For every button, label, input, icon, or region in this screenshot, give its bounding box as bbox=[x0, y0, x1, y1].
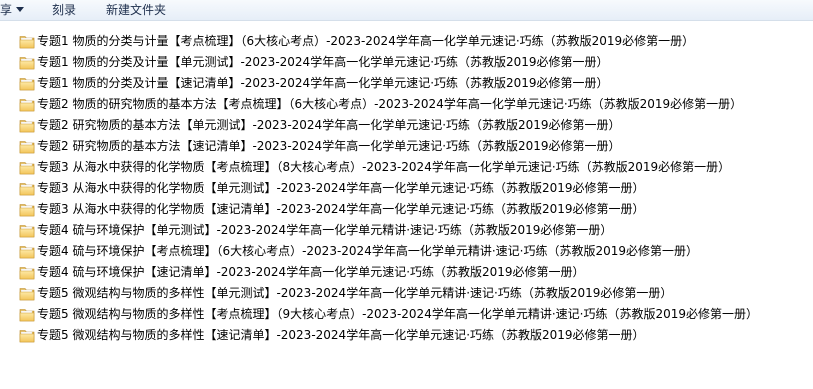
folder-item[interactable]: 专题4 硫与环境保护【单元测试】-2023-2024学年高一化学单元精讲·速记·… bbox=[17, 220, 807, 241]
folder-icon bbox=[19, 57, 35, 70]
folder-item[interactable]: 专题4 硫与环境保护【速记清单】-2023-2024学年高一化学单元速记·巧练（… bbox=[17, 262, 807, 283]
folder-name: 专题3 从海水中获得的化学物质【速记清单】-2023-2024学年高一化学单元速… bbox=[37, 202, 645, 216]
folder-item[interactable]: 专题1 物质的分类及计量【速记清单】-2023-2024学年高一化学单元速记·巧… bbox=[17, 73, 807, 94]
folder-name: 专题2 研究物质的基本方法【速记清单】-2023-2024学年高一化学单元速记·… bbox=[37, 139, 621, 153]
folder-icon bbox=[19, 309, 35, 322]
folder-name: 专题1 物质的分类与计量【考点梳理】（6大核心考点）-2023-2024学年高一… bbox=[37, 34, 695, 48]
folder-item[interactable]: 专题5 微观结构与物质的多样性【速记清单】-2023-2024学年高一化学单元速… bbox=[17, 325, 807, 346]
folder-name: 专题4 硫与环境保护【单元测试】-2023-2024学年高一化学单元精讲·速记·… bbox=[37, 223, 613, 237]
folder-icon bbox=[19, 204, 35, 217]
folder-name: 专题5 微观结构与物质的多样性【单元测试】-2023-2024学年高一化学单元精… bbox=[37, 286, 673, 300]
folder-item[interactable]: 专题1 物质的分类及计量【单元测试】-2023-2024学年高一化学单元速记·巧… bbox=[17, 52, 807, 73]
folder-icon bbox=[19, 36, 35, 49]
folder-name: 专题2 研究物质的基本方法【单元测试】-2023-2024学年高一化学单元速记·… bbox=[37, 118, 621, 132]
folder-name: 专题3 从海水中获得的化学物质【考点梳理】（8大核心考点）-2023-2024学… bbox=[37, 160, 731, 174]
folder-item[interactable]: 专题2 物质的研究物质的基本方法【考点梳理】（6大核心考点）-2023-2024… bbox=[17, 94, 807, 115]
folder-item[interactable]: 专题3 从海水中获得的化学物质【速记清单】-2023-2024学年高一化学单元速… bbox=[17, 199, 807, 220]
folder-icon bbox=[19, 78, 35, 91]
folder-icon bbox=[19, 162, 35, 175]
folder-icon bbox=[19, 225, 35, 238]
folder-icon bbox=[19, 183, 35, 196]
folder-icon bbox=[19, 120, 35, 133]
new-folder-button[interactable]: 新建文件夹 bbox=[106, 2, 166, 18]
folder-name: 专题2 物质的研究物质的基本方法【考点梳理】（6大核心考点）-2023-2024… bbox=[37, 97, 743, 111]
folder-name: 专题4 硫与环境保护【考点梳理】（6大核心考点）-2023-2024学年高一化学… bbox=[37, 244, 698, 258]
folder-name: 专题4 硫与环境保护【速记清单】-2023-2024学年高一化学单元速记·巧练（… bbox=[37, 265, 585, 279]
share-menu-button[interactable]: 享 bbox=[0, 2, 25, 18]
folder-name: 专题5 微观结构与物质的多样性【速记清单】-2023-2024学年高一化学单元速… bbox=[37, 328, 645, 342]
folder-item[interactable]: 专题5 微观结构与物质的多样性【单元测试】-2023-2024学年高一化学单元精… bbox=[17, 283, 807, 304]
folder-icon bbox=[19, 141, 35, 154]
folder-icon bbox=[19, 267, 35, 280]
folder-item[interactable]: 专题3 从海水中获得的化学物质【考点梳理】（8大核心考点）-2023-2024学… bbox=[17, 157, 807, 178]
folder-item[interactable]: 专题2 研究物质的基本方法【单元测试】-2023-2024学年高一化学单元速记·… bbox=[17, 115, 807, 136]
folder-item[interactable]: 专题1 物质的分类与计量【考点梳理】（6大核心考点）-2023-2024学年高一… bbox=[17, 31, 807, 52]
folder-icon bbox=[19, 288, 35, 301]
folder-name: 专题5 微观结构与物质的多样性【考点梳理】（9大核心考点）-2023-2024学… bbox=[37, 307, 758, 321]
folder-item[interactable]: 专题3 从海水中获得的化学物质【单元测试】-2023-2024学年高一化学单元速… bbox=[17, 178, 807, 199]
share-label: 享 bbox=[0, 3, 13, 17]
chevron-down-icon bbox=[16, 7, 25, 12]
folder-name: 专题1 物质的分类及计量【速记清单】-2023-2024学年高一化学单元速记·巧… bbox=[37, 76, 609, 90]
folder-item[interactable]: 专题4 硫与环境保护【考点梳理】（6大核心考点）-2023-2024学年高一化学… bbox=[17, 241, 807, 262]
burn-button[interactable]: 刻录 bbox=[52, 2, 76, 18]
folder-icon bbox=[19, 246, 35, 259]
folder-icon bbox=[19, 330, 35, 343]
folder-item[interactable]: 专题5 微观结构与物质的多样性【考点梳理】（9大核心考点）-2023-2024学… bbox=[17, 304, 807, 325]
folder-name: 专题3 从海水中获得的化学物质【单元测试】-2023-2024学年高一化学单元速… bbox=[37, 181, 645, 195]
folder-icon bbox=[19, 99, 35, 112]
folder-name: 专题1 物质的分类及计量【单元测试】-2023-2024学年高一化学单元速记·巧… bbox=[37, 55, 609, 69]
folder-item[interactable]: 专题2 研究物质的基本方法【速记清单】-2023-2024学年高一化学单元速记·… bbox=[17, 136, 807, 157]
toolbar: 享 刻录 新建文件夹 bbox=[0, 0, 813, 21]
